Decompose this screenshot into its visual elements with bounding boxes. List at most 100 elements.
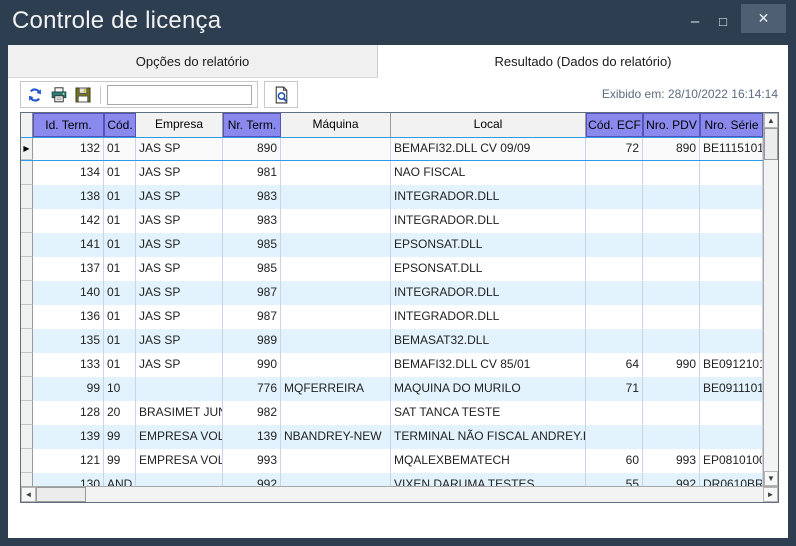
table-cell: [643, 377, 700, 401]
table-cell: [281, 257, 391, 281]
table-cell: 128: [33, 401, 104, 425]
table-cell: 993: [223, 449, 281, 473]
table-row[interactable]: 13999EMPRESA VOLPE139NBANDREY-NEWTERMINA…: [21, 425, 763, 449]
table-row[interactable]: 14201JAS SP983INTEGRADOR.DLL: [21, 209, 763, 233]
horizontal-scroll-thumb[interactable]: [36, 487, 86, 502]
table-cell: 01: [104, 281, 136, 305]
column-header-7[interactable]: Nro. PDV: [643, 113, 700, 137]
table-cell: [136, 377, 223, 401]
column-header-4[interactable]: Máquina: [281, 113, 391, 137]
table-cell: EPSONSAT.DLL: [391, 233, 586, 257]
table-row[interactable]: 14101JAS SP985EPSONSAT.DLL: [21, 233, 763, 257]
table-row[interactable]: 130AND992VIXEN DARUMA TESTES55992DR0610B…: [21, 473, 763, 486]
table-cell: 992: [643, 473, 700, 486]
horizontal-scrollbar[interactable]: ◄ ►: [21, 486, 778, 502]
column-header-6[interactable]: Cód. ECF: [586, 113, 643, 137]
table-row[interactable]: 13401JAS SP981NAO FISCAL: [21, 161, 763, 185]
column-header-3[interactable]: Nr. Term.: [223, 113, 281, 137]
table-cell: [700, 425, 763, 449]
table-row[interactable]: 9910776MQFERREIRAMAQUINA DO MURILO71BE09…: [21, 377, 763, 401]
table-cell: [281, 401, 391, 425]
row-indicator: [21, 209, 33, 233]
row-indicator: [21, 473, 33, 486]
table-cell: JAS SP: [136, 281, 223, 305]
column-header-0[interactable]: Id. Term.: [33, 113, 104, 137]
toolbar-separator: [100, 86, 101, 104]
tab-bar: Opções do relatório Resultado (Dados do …: [8, 45, 788, 78]
app-window: Controle de licença – □ ✕ Opções do rela…: [0, 0, 796, 546]
scroll-up-button[interactable]: ▲: [764, 113, 778, 128]
table-cell: INTEGRADOR.DLL: [391, 209, 586, 233]
row-indicator-header: [21, 113, 33, 137]
save-button[interactable]: [74, 86, 92, 104]
table-row[interactable]: 12820BRASIMET JUNDIA982SAT TANCA TESTE: [21, 401, 763, 425]
table-cell: [700, 329, 763, 353]
print-icon: [51, 87, 67, 103]
table-cell: 01: [104, 257, 136, 281]
scroll-left-button[interactable]: ◄: [21, 487, 36, 502]
row-indicator: [21, 449, 33, 473]
table-cell: [700, 281, 763, 305]
table-cell: [281, 161, 391, 185]
table-cell: 64: [586, 353, 643, 377]
table-cell: 983: [223, 185, 281, 209]
save-icon: [75, 87, 91, 103]
row-indicator: [21, 401, 33, 425]
table-cell: [281, 473, 391, 486]
scroll-right-button[interactable]: ►: [763, 487, 778, 502]
row-indicator: [21, 233, 33, 257]
column-header-5[interactable]: Local: [391, 113, 586, 137]
preview-button[interactable]: [264, 81, 298, 108]
table-cell: 985: [223, 257, 281, 281]
table-cell: [281, 138, 391, 160]
table-row[interactable]: 14001JAS SP987INTEGRADOR.DLL: [21, 281, 763, 305]
table-cell: EPSONSAT.DLL: [391, 257, 586, 281]
column-header-2[interactable]: Empresa: [136, 113, 223, 137]
table-row[interactable]: 13301JAS SP990BEMAFI32.DLL CV 85/0164990…: [21, 353, 763, 377]
table-cell: 890: [223, 138, 281, 160]
filter-input[interactable]: [107, 85, 252, 105]
table-cell: 141: [33, 233, 104, 257]
maximize-button[interactable]: □: [710, 8, 736, 34]
table-cell: [281, 209, 391, 233]
table-row[interactable]: 13501JAS SP989BEMASAT32.DLL: [21, 329, 763, 353]
table-cell: 72: [586, 138, 643, 160]
table-cell: 776: [223, 377, 281, 401]
table-cell: 981: [223, 161, 281, 185]
tab-resultado-dados-do-relatorio[interactable]: Resultado (Dados do relatório): [378, 45, 788, 78]
print-button[interactable]: [50, 86, 68, 104]
column-header-1[interactable]: Cód.: [104, 113, 136, 137]
table-cell: 136: [33, 305, 104, 329]
table-cell: 993: [643, 449, 700, 473]
table-cell: JAS SP: [136, 209, 223, 233]
titlebar: Controle de licença – □ ✕: [0, 0, 796, 45]
scroll-down-button[interactable]: ▼: [764, 471, 778, 486]
table-row[interactable]: 13601JAS SP987INTEGRADOR.DLL: [21, 305, 763, 329]
table-row[interactable]: 13701JAS SP985EPSONSAT.DLL: [21, 257, 763, 281]
table-cell: INTEGRADOR.DLL: [391, 185, 586, 209]
refresh-button[interactable]: [26, 86, 44, 104]
toolbar: Exibido em: 28/10/2022 16:14:14: [8, 78, 788, 112]
vertical-scroll-thumb[interactable]: [764, 128, 778, 160]
table-cell: 990: [643, 353, 700, 377]
minimize-button[interactable]: –: [682, 8, 708, 34]
row-indicator: [21, 353, 33, 377]
table-cell: [281, 329, 391, 353]
table-cell: 987: [223, 281, 281, 305]
table-row[interactable]: ▶13201JAS SP890BEMAFI32.DLL CV 09/097289…: [21, 137, 763, 161]
preview-icon: [273, 86, 290, 104]
table-row[interactable]: 13801JAS SP983INTEGRADOR.DLL: [21, 185, 763, 209]
column-header-8[interactable]: Nro. Série: [700, 113, 763, 137]
vertical-scrollbar[interactable]: ▲ ▼: [763, 113, 778, 486]
close-button[interactable]: ✕: [741, 4, 786, 33]
table-cell: JAS SP: [136, 353, 223, 377]
tab-opcoes-do-relatorio[interactable]: Opções do relatório: [8, 45, 378, 78]
table-row[interactable]: 12199EMPRESA VOLPE993MQALEXBEMATECH60993…: [21, 449, 763, 473]
table-cell: 140: [33, 281, 104, 305]
table-cell: 133: [33, 353, 104, 377]
table-cell: 987: [223, 305, 281, 329]
table-cell: 990: [223, 353, 281, 377]
table-cell: 71: [586, 377, 643, 401]
table-cell: JAS SP: [136, 233, 223, 257]
table-cell: 55: [586, 473, 643, 486]
